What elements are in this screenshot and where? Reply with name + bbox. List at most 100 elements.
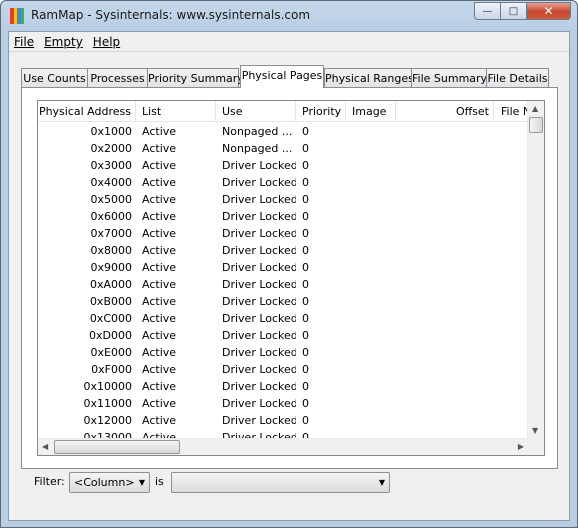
table-row[interactable]: 0x10000 Active Driver Locked 0 [38,378,528,395]
scroll-up-icon[interactable]: ▲ [532,104,538,113]
table-row[interactable]: 0xA000 Active Driver Locked 0 [38,276,528,293]
minimize-button[interactable]: — [474,2,501,20]
table-row[interactable]: 0xB000 Active Driver Locked 0 [38,293,528,310]
tab-file-details[interactable]: File Details [486,68,549,87]
cell-physical-address: 0x2000 [90,142,132,155]
menu-file[interactable]: File [9,32,39,51]
cell-list: Active [142,176,177,189]
cell-list: Active [142,278,177,291]
cell-physical-address: 0x10000 [83,380,132,393]
scrollbar-corner [527,438,544,455]
table-row[interactable]: 0x5000 Active Driver Locked 0 [38,191,528,208]
column-header-file-name[interactable]: File N [494,101,528,121]
title-bar[interactable]: RamMap - Sysinternals: www.sysinternals.… [1,1,577,31]
cell-list: Active [142,397,177,410]
cell-priority: 0 [302,227,309,240]
rammap-app-icon [10,8,24,24]
scroll-down-icon[interactable]: ▼ [532,426,538,435]
cell-priority: 0 [302,125,309,138]
app-window: RamMap - Sysinternals: www.sysinternals.… [0,0,578,528]
cell-physical-address: 0x6000 [90,210,132,223]
filter-value-select[interactable]: ▼ [171,472,390,493]
cell-use: Driver Locked [222,380,296,393]
horizontal-scrollbar[interactable]: ◀ ▶ [38,438,528,455]
tab-physical-pages[interactable]: Physical Pages [240,65,324,88]
cell-physical-address: 0xF000 [91,363,132,376]
table-row[interactable]: 0x8000 Active Driver Locked 0 [38,242,528,259]
tab-use-counts[interactable]: Use Counts [21,68,88,87]
cell-list: Active [142,363,177,376]
cell-priority: 0 [302,278,309,291]
cell-use: Driver Locked [222,159,296,172]
menu-help-label: Help [92,35,121,49]
table-row[interactable]: 0x6000 Active Driver Locked 0 [38,208,528,225]
cell-list: Active [142,125,177,138]
table-row[interactable]: 0x1000 Active Nonpaged ... 0 [38,123,528,140]
menu-empty[interactable]: Empty [39,32,88,51]
filter-label: Filter: [34,475,65,488]
cell-physical-address: 0xD000 [89,329,132,342]
window-title: RamMap - Sysinternals: www.sysinternals.… [31,8,311,22]
table-row[interactable]: 0xD000 Active Driver Locked 0 [38,327,528,344]
menu-help[interactable]: Help [88,32,125,51]
cell-priority: 0 [302,210,309,223]
cell-list: Active [142,261,177,274]
column-header-priority[interactable]: Priority [296,101,346,121]
table-row[interactable]: 0xF000 Active Driver Locked 0 [38,361,528,378]
column-header-list[interactable]: List [136,101,216,121]
table-row[interactable]: 0x9000 Active Driver Locked 0 [38,259,528,276]
cell-physical-address: 0x3000 [90,159,132,172]
filter-column-select[interactable]: <Column> ▼ [69,472,150,493]
table-row[interactable]: 0x7000 Active Driver Locked 0 [38,225,528,242]
menu-bar: File Empty Help [9,32,569,52]
cell-list: Active [142,159,177,172]
table-row[interactable]: 0xC000 Active Driver Locked 0 [38,310,528,327]
table-row[interactable]: 0xE000 Active Driver Locked 0 [38,344,528,361]
tab-priority-summary[interactable]: Priority Summary [147,68,244,87]
table-row[interactable]: 0x3000 Active Driver Locked 0 [38,157,528,174]
cell-use: Driver Locked [222,227,296,240]
cell-priority: 0 [302,312,309,325]
cell-priority: 0 [302,363,309,376]
cell-physical-address: 0x8000 [90,244,132,257]
cell-priority: 0 [302,295,309,308]
cell-use: Driver Locked [222,363,296,376]
cell-use: Driver Locked [222,329,296,342]
close-button[interactable]: ✕ [526,2,571,20]
physical-pages-list[interactable]: Physical Address List Use Priority Image… [37,100,545,456]
cell-physical-address: 0x7000 [90,227,132,240]
tab-processes[interactable]: Processes [87,68,148,87]
cell-physical-address: 0x11000 [83,397,132,410]
table-row[interactable]: 0x12000 Active Driver Locked 0 [38,412,528,429]
cell-use: Driver Locked [222,397,296,410]
cell-priority: 0 [302,397,309,410]
vertical-scroll-thumb[interactable] [529,117,543,133]
column-header-image[interactable]: Image [346,101,396,121]
tab-physical-ranges[interactable]: Physical Ranges [324,68,414,87]
scroll-right-icon[interactable]: ▶ [518,442,524,451]
vertical-scrollbar[interactable]: ▲ ▼ [527,101,544,439]
cell-priority: 0 [302,329,309,342]
cell-list: Active [142,244,177,257]
list-header: Physical Address List Use Priority Image… [38,101,528,122]
table-row[interactable]: 0x11000 Active Driver Locked 0 [38,395,528,412]
column-header-use[interactable]: Use [216,101,296,121]
cell-priority: 0 [302,414,309,427]
minimize-icon: — [482,5,493,17]
menu-empty-label: Empty [44,35,83,49]
chevron-down-icon: ▼ [378,478,385,487]
cell-use: Nonpaged ... [222,125,293,138]
close-icon: ✕ [543,4,554,18]
table-row[interactable]: 0x4000 Active Driver Locked 0 [38,174,528,191]
column-header-physical-address[interactable]: Physical Address [38,101,136,121]
maximize-button[interactable]: □ [500,2,527,20]
filter-is-label: is [155,475,164,488]
horizontal-scroll-thumb[interactable] [54,440,180,454]
cell-physical-address: 0x9000 [90,261,132,274]
column-header-offset[interactable]: Offset [396,101,494,121]
cell-list: Active [142,210,177,223]
scroll-left-icon[interactable]: ◀ [42,442,48,451]
table-row[interactable]: 0x2000 Active Nonpaged ... 0 [38,140,528,157]
tab-file-summary[interactable]: File Summary [411,68,487,87]
chevron-down-icon: ▼ [138,478,145,487]
